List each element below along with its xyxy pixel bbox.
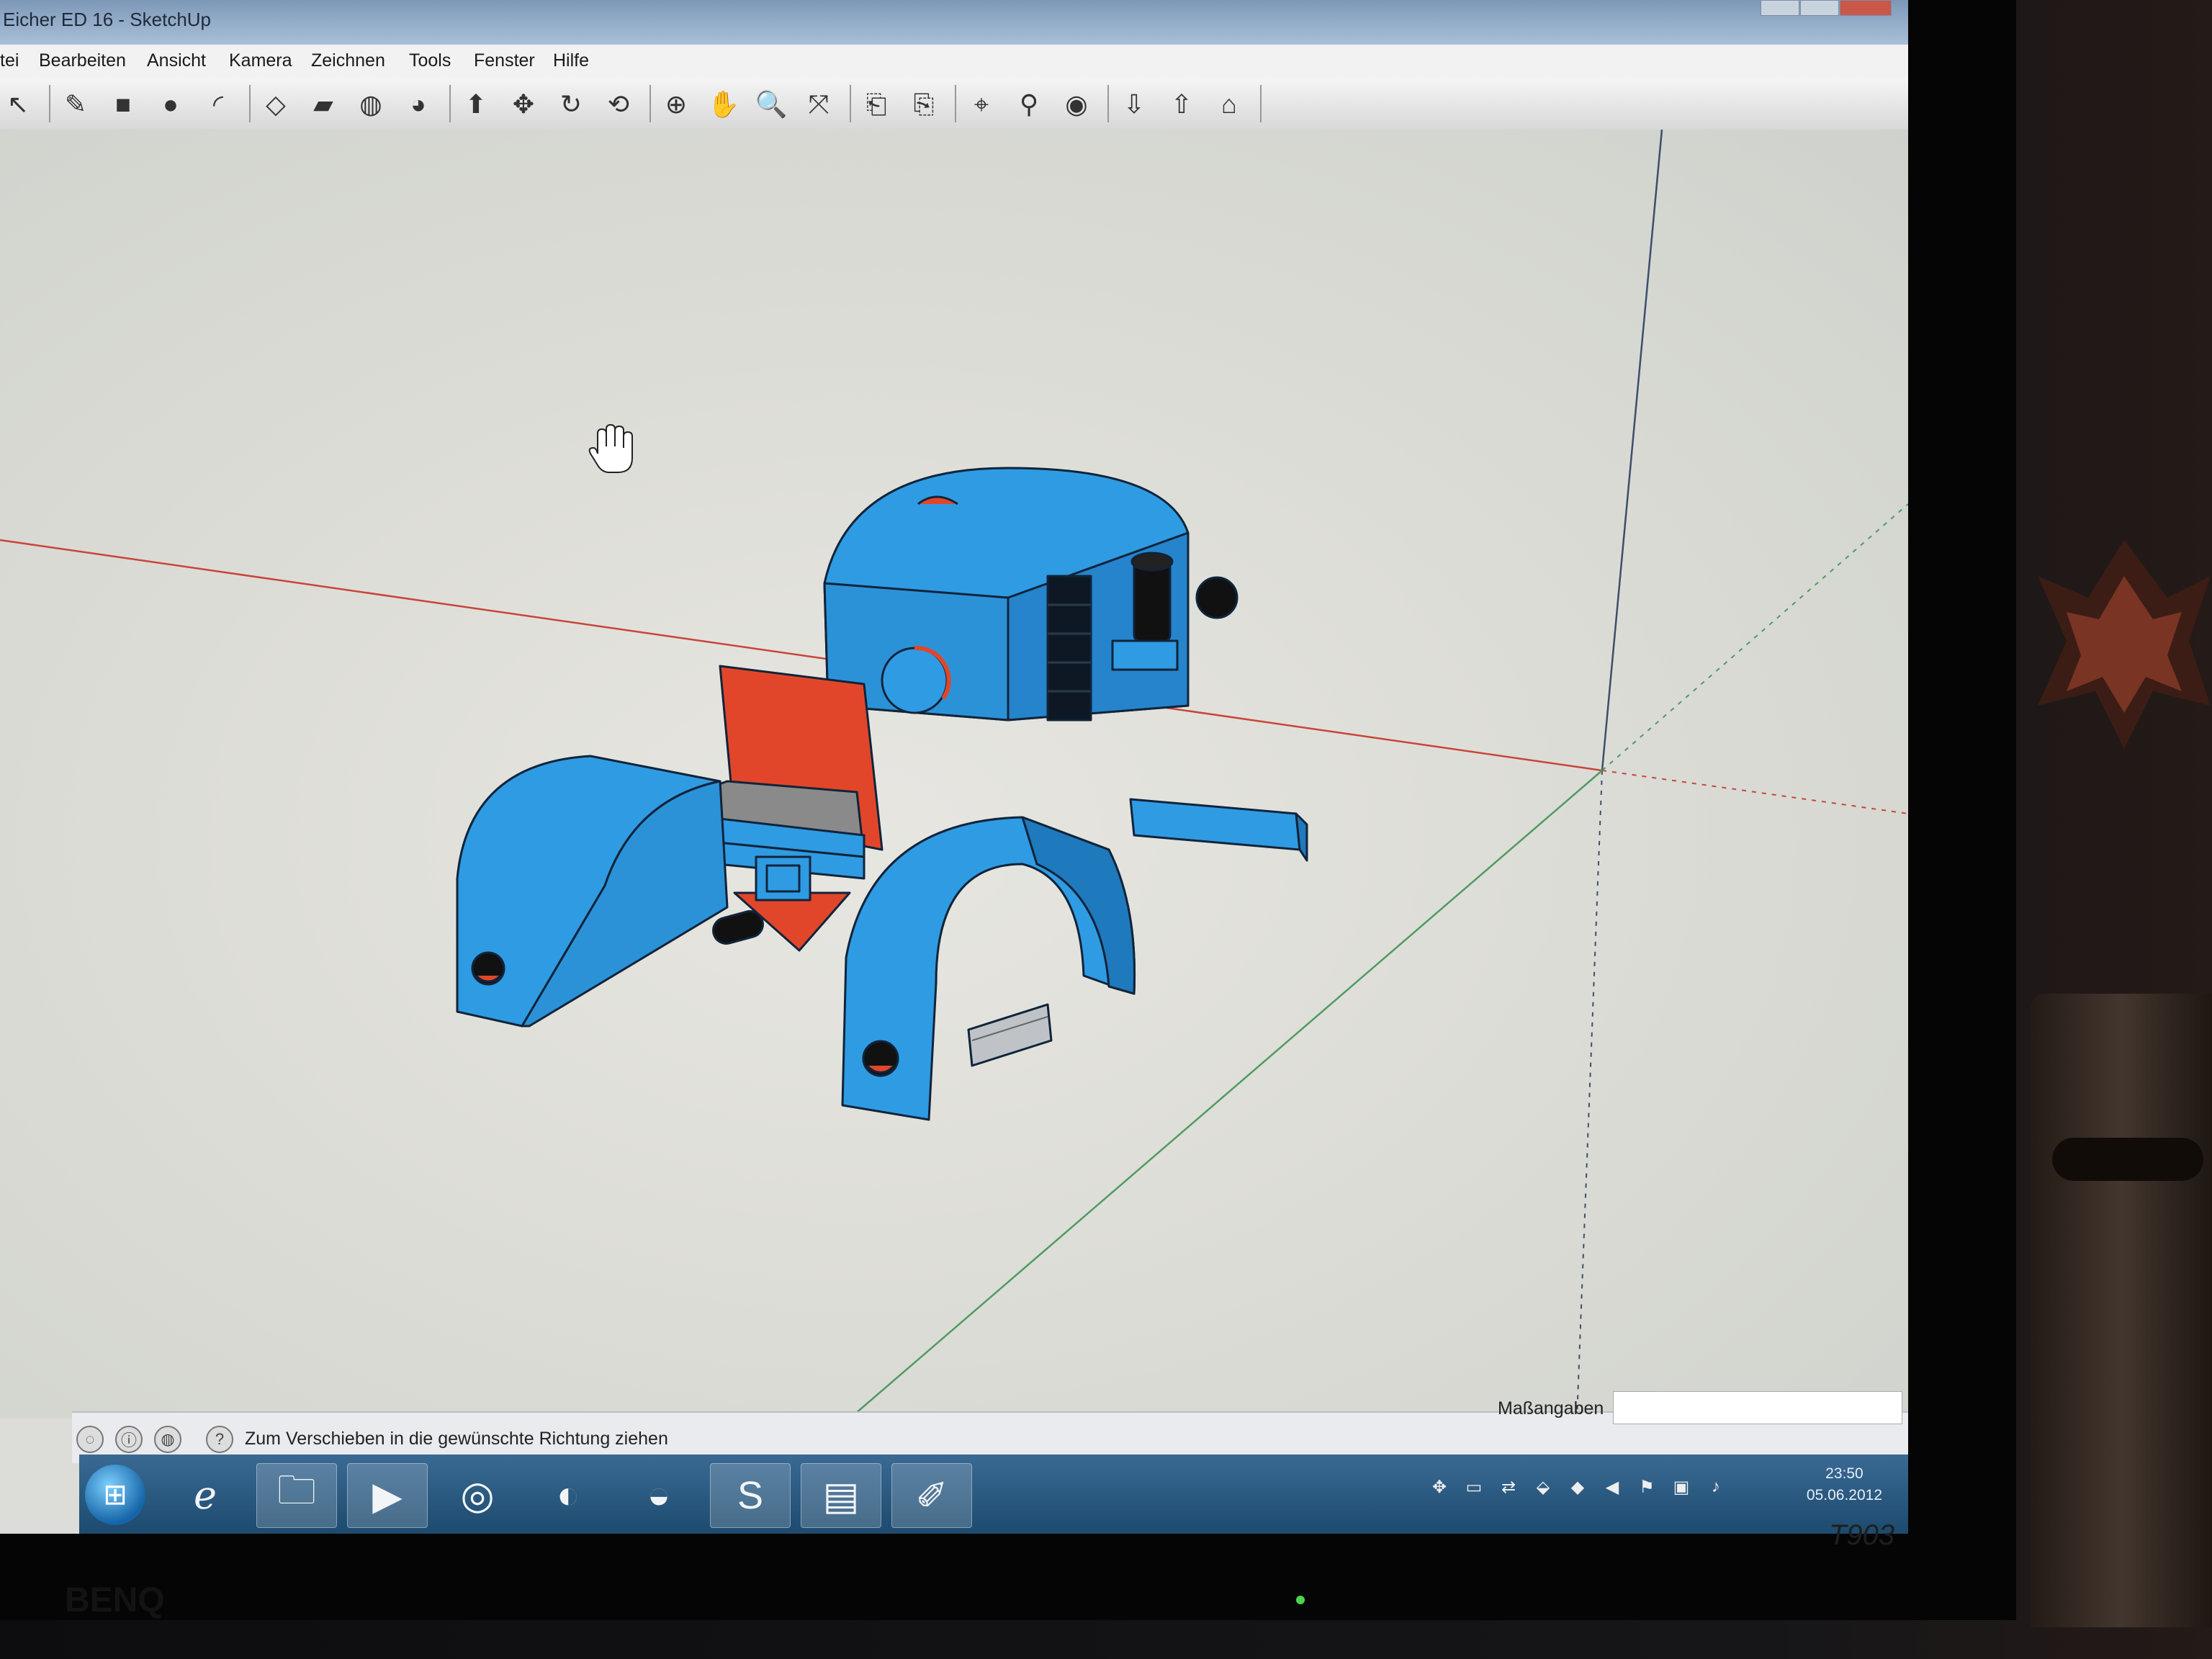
close-button[interactable] [1840,0,1892,16]
walk-tool-icon[interactable]: ⚲ [1011,86,1047,122]
toolbar-separator [955,85,956,122]
monitor-model-label: T903 [1829,1519,1895,1551]
tape-measure-tool-icon[interactable]: ◍ [353,86,389,122]
arc-tool-icon[interactable]: ◜ [200,86,236,122]
drawing-viewport[interactable] [0,130,1908,1419]
toolbar-separator [49,85,50,122]
menu-bearbeiten[interactable]: Bearbeiten [39,50,126,71]
file-explorer-icon[interactable]: 🗀 [256,1463,337,1528]
red-axis-dashed [1601,770,1908,814]
power-led [1296,1596,1305,1604]
previous-view-tool-icon[interactable]: ⎗ [858,86,894,122]
move-tool-icon[interactable]: ✥ [505,86,541,122]
make-component-tool-icon[interactable]: ◇ [258,86,294,122]
zoom-tool-icon[interactable]: 🔍 [753,86,789,122]
toolbar-separator [850,85,851,122]
desk-lamp [2031,994,2212,1627]
toolbar-separator [249,85,251,122]
toolbar: ↖ ✎ ■ ● ◜ ◇ ▰ ◍ ◕ ⬆ ✥ ↻ ⟲ ⊕ ✋ 🔍 ⤧ ⎗ ⎘ ⌖ ⚲ ◉ ⇩ ⇧ ⌂ [0,78,1908,131]
monitor-brand-logo: BENQ [65,1581,165,1619]
eraser-tool-icon[interactable]: ▰ [305,86,341,122]
orbit-tool-icon[interactable]: ⊕ [658,86,694,122]
taskbar: ⊞ ✥ ▭ ⇄ ⬙ ◆ ◀ ⚑ ▣ ♪ 23:50 05.06.2012 ℯ 🗀 ▶… [79,1455,1908,1534]
display-tray-icon[interactable]: ▣ [1671,1476,1692,1498]
window-title: Eicher ED 16 - SketchUp [3,9,212,30]
blue-axis [1601,130,1663,771]
menu-ansicht[interactable]: Ansicht [147,50,206,71]
rotate-tool-icon[interactable]: ↻ [553,86,589,122]
zoom-extents-tool-icon[interactable]: ⤧ [801,86,837,122]
pdf-tray-icon[interactable]: ⬙ [1532,1476,1554,1498]
help-icon[interactable]: ? [206,1426,233,1453]
notes-tray-icon[interactable]: ▭ [1463,1476,1485,1498]
menu-fenster[interactable]: Fenster [474,50,535,71]
toolbar-separator [1260,85,1262,122]
get-models-tool-icon[interactable]: ⇩ [1116,86,1152,122]
push-pull-tool-icon[interactable]: ⬆ [458,86,494,122]
hand-cursor-icon [588,423,633,473]
green-axis-dashed [1601,503,1908,771]
clock-time: 23:50 [1825,1465,1863,1482]
volume-tray-icon[interactable]: ◀ [1601,1476,1623,1498]
clock-date: 05.06.2012 [1806,1487,1882,1503]
blue-axis-dashed [1576,770,1603,1419]
tray-clock[interactable]: 23:50 05.06.2012 [1807,1463,1882,1506]
lamp-slot [2052,1138,2203,1181]
pencil-tool-icon[interactable]: ✎ [58,86,94,122]
sketchup-icon[interactable]: ✐ [891,1463,972,1528]
toolbar-separator [449,85,451,122]
internet-explorer-icon[interactable]: ℯ [166,1463,245,1527]
start-button[interactable]: ⊞ [85,1465,145,1525]
paint-bucket-tool-icon[interactable]: ◕ [400,86,436,122]
rectangle-tool-icon[interactable]: ■ [105,86,141,122]
toolbar-separator [649,85,651,122]
menu-datei[interactable]: tei [0,50,19,71]
media-player-icon[interactable]: ▶ [347,1463,428,1528]
menu-zeichnen[interactable]: Zeichnen [311,50,385,71]
system-tray: ✥ ▭ ⇄ ⬙ ◆ ◀ ⚑ ▣ ♪ 23:50 05.06.2012 [1407,1462,1897,1527]
screen: Eicher ED 16 - SketchUp tei Bearbeiten A… [0,0,1908,1534]
menubar: tei Bearbeiten Ansicht Kamera Zeichnen T… [0,45,1908,78]
background-ornament [2038,533,2211,835]
model-canvas [0,130,1908,1419]
firefox-icon[interactable]: ◐ [529,1463,608,1527]
geolocation-icon[interactable]: ◌ [76,1426,104,1453]
status-hint: Zum Verschieben in die gewünschte Richtu… [245,1429,668,1449]
offset-tool-icon[interactable]: ⟲ [601,86,637,122]
antivirus-tray-icon[interactable]: ◆ [1567,1476,1588,1498]
circle-tool-icon[interactable]: ● [153,86,189,122]
credits-icon[interactable]: ⓘ [115,1426,143,1453]
pan-tool-icon[interactable]: ✋ [706,86,742,122]
warehouse-tool-icon[interactable]: ⌂ [1211,86,1247,122]
toolbar-separator [1107,85,1109,122]
network-tray-icon[interactable]: ✥ [1429,1476,1450,1498]
select-tool-icon[interactable]: ↖ [0,86,36,122]
user-icon[interactable]: ◍ [154,1426,181,1453]
archive-icon[interactable]: ▤ [801,1463,881,1528]
google-earth-icon[interactable]: ◒ [619,1463,698,1527]
menu-kamera[interactable]: Kamera [229,50,292,71]
window-titlebar[interactable]: Eicher ED 16 - SketchUp [0,0,1908,45]
skype-icon[interactable]: S [710,1463,791,1528]
menu-tools[interactable]: Tools [409,50,451,71]
look-around-tool-icon[interactable]: ◉ [1058,86,1094,122]
sync-tray-icon[interactable]: ⇄ [1498,1476,1519,1498]
measurements-input[interactable] [1613,1391,1902,1424]
action-center-tray-icon[interactable]: ⚑ [1636,1476,1658,1498]
monitor-bezel: Eicher ED 16 - SketchUp tei Bearbeiten A… [0,0,2016,1620]
maximize-button[interactable] [1800,0,1839,16]
position-camera-tool-icon[interactable]: ⌖ [963,86,999,122]
speaker-tray-icon[interactable]: ♪ [1705,1476,1727,1498]
chrome-icon[interactable]: ◎ [438,1463,517,1527]
next-view-tool-icon[interactable]: ⎘ [906,86,942,122]
share-model-tool-icon[interactable]: ⇧ [1164,86,1200,122]
minimize-button[interactable] [1761,0,1799,16]
menu-hilfe[interactable]: Hilfe [553,50,589,71]
measurements-label: Maßangaben [1498,1398,1604,1419]
tractor-model[interactable] [456,467,1308,1121]
